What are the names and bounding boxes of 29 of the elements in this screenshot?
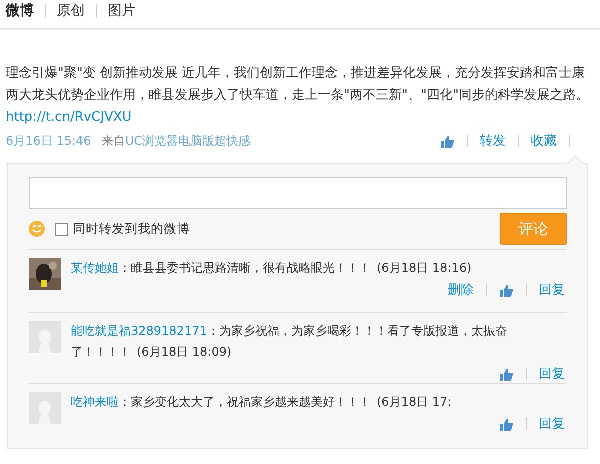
action-link[interactable]: 收藏 [531, 132, 557, 150]
comment-author[interactable]: 某传她姐 [71, 261, 119, 275]
post-time[interactable]: 6月16日 15:46 [6, 132, 92, 150]
action-link[interactable]: 转发 [480, 132, 506, 150]
post-text: 理念引爆"聚"变 创新推动发展 近几年，我们创新工作理念，推进差异化发展，充分发挥安踏和富士康两大龙头优势企业作用，睢县发展步入了快车道，走上一条"两不三新"、"四化"同步的科学发展之路。 http://t.cn/RvCJVXU [6, 65, 590, 127]
action-link[interactable]: 回复 [539, 415, 565, 433]
comment-author[interactable]: 吃神来啦 [71, 395, 119, 409]
comment-author[interactable]: 能吃就是福3289182171 [71, 324, 208, 338]
action-link[interactable]: 删除 [448, 281, 474, 299]
comment-button[interactable]: 评论 [500, 213, 567, 245]
action-link[interactable]: 回复 [539, 365, 565, 383]
thumbs-up-icon[interactable] [499, 366, 514, 382]
thumbs-up-icon[interactable] [499, 416, 514, 432]
comment-text: 能吃就是福3289182171：为家乡祝福，为家乡喝彩！！！看了专版报道，太振奋了！！！！ (6月18日 18:09) [71, 323, 508, 361]
comment-input[interactable] [29, 177, 567, 209]
thumbs-up-icon[interactable] [440, 134, 455, 148]
smiley-icon[interactable] [29, 221, 45, 237]
forward-checkbox[interactable] [55, 222, 68, 236]
comment-text: 某传她姐：睢县县委书记思路清晰，很有战略眼光！！！ (6月18日 18:16) [71, 260, 473, 277]
thumbs-up-icon[interactable] [499, 282, 514, 298]
comment-text: 吃神来啦：家乡变化太大了，祝福家乡越来越美好！！！ (6月18日 17: [71, 394, 453, 411]
tab[interactable]: 原创 [57, 2, 85, 20]
source-label: 来自 [101, 132, 126, 150]
post-link[interactable]: http://t.cn/RvCJVXU [6, 110, 132, 125]
source-link[interactable]: UC浏览器电脑版超快感 [125, 132, 250, 150]
tab[interactable]: 微博 [6, 2, 34, 20]
tab[interactable]: 图片 [108, 2, 136, 20]
action-link[interactable]: 回复 [539, 281, 565, 299]
forward-label: 同时转发到我的微博 [73, 220, 190, 238]
